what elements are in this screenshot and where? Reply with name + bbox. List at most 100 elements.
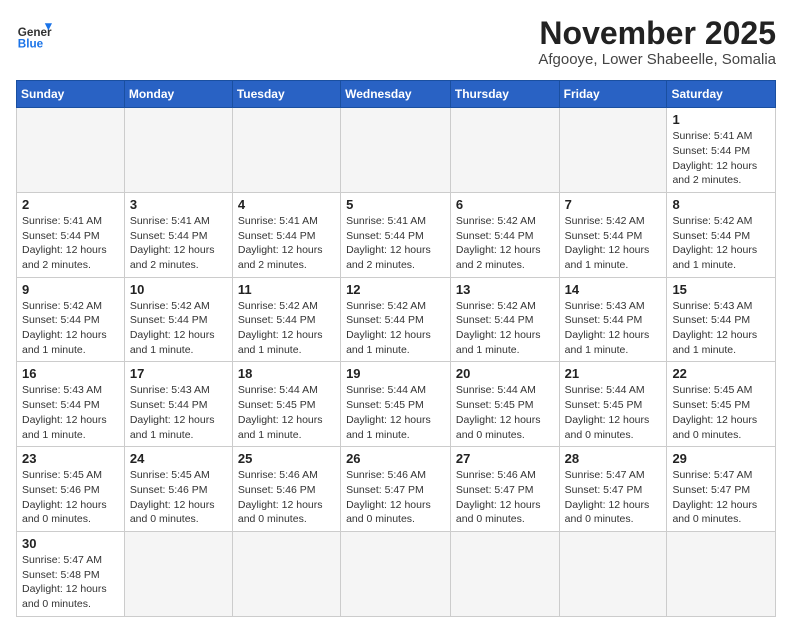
day-info: Sunrise: 5:45 AMSunset: 5:46 PMDaylight:…: [22, 468, 119, 527]
calendar-day-cell: 15 Sunrise: 5:43 AMSunset: 5:44 PMDayligh…: [667, 277, 776, 362]
svg-text:Blue: Blue: [18, 38, 44, 51]
day-number: 12: [346, 282, 445, 297]
day-number: 9: [22, 282, 119, 297]
day-number: 13: [456, 282, 554, 297]
day-info: Sunrise: 5:47 AMSunset: 5:47 PMDaylight:…: [565, 468, 662, 527]
calendar-day-cell: 6Sunrise: 5:42 AMSunset: 5:44 PMDaylight…: [450, 192, 559, 277]
day-number: 26: [346, 451, 445, 466]
weekday-header-saturday: Saturday: [667, 81, 776, 108]
calendar-day-cell: 18 Sunrise: 5:44 AMSunset: 5:45 PMDayligh…: [232, 362, 340, 447]
day-info: Sunrise: 5:43 AMSunset: 5:44 PMDaylight:…: [565, 299, 662, 358]
day-info: Sunrise: 5:43 AMSunset: 5:44 PMDaylight:…: [672, 299, 770, 358]
day-number: 16: [22, 366, 119, 381]
calendar-day-cell: 3Sunrise: 5:41 AMSunset: 5:44 PMDaylight…: [124, 192, 232, 277]
calendar-day-cell: [559, 531, 667, 616]
calendar-day-cell: [450, 108, 559, 193]
weekday-header-thursday: Thursday: [450, 81, 559, 108]
calendar-week-row: 2 Sunrise: 5:41 AMSunset: 5:44 PMDaylight…: [17, 192, 776, 277]
location-subtitle: Afgooye, Lower Shabeelle, Somalia: [538, 51, 776, 68]
day-number: 8: [672, 197, 770, 212]
day-info: Sunrise: 5:46 AMSunset: 5:46 PMDaylight:…: [238, 468, 335, 527]
calendar-day-cell: 1Sunrise: 5:41 AMSunset: 5:44 PMDaylight…: [667, 108, 776, 193]
weekday-header-sunday: Sunday: [17, 81, 125, 108]
calendar-day-cell: 25Sunrise: 5:46 AMSunset: 5:46 PMDayligh…: [232, 447, 340, 532]
day-number: 17: [130, 366, 227, 381]
day-number: 23: [22, 451, 119, 466]
calendar-day-cell: 4Sunrise: 5:41 AMSunset: 5:44 PMDaylight…: [232, 192, 340, 277]
day-number: 15: [672, 282, 770, 297]
day-info: Sunrise: 5:42 AMSunset: 5:44 PMDaylight:…: [456, 299, 554, 358]
day-info: Sunrise: 5:42 AMSunset: 5:44 PMDaylight:…: [346, 299, 445, 358]
day-info: Sunrise: 5:41 AMSunset: 5:44 PMDaylight:…: [672, 129, 770, 188]
title-section: November 2025 Afgooye, Lower Shabeelle, …: [538, 16, 776, 68]
day-number: 27: [456, 451, 554, 466]
day-number: 24: [130, 451, 227, 466]
day-info: Sunrise: 5:44 AMSunset: 5:45 PMDaylight:…: [565, 383, 662, 442]
day-info: Sunrise: 5:45 AMSunset: 5:45 PMDaylight:…: [672, 383, 770, 442]
calendar-day-cell: 11Sunrise: 5:42 AMSunset: 5:44 PMDayligh…: [232, 277, 340, 362]
day-number: 2: [22, 197, 119, 212]
calendar-day-cell: 9 Sunrise: 5:42 AMSunset: 5:44 PMDaylight…: [17, 277, 125, 362]
day-info: Sunrise: 5:45 AMSunset: 5:46 PMDaylight:…: [130, 468, 227, 527]
day-number: 19: [346, 366, 445, 381]
day-info: Sunrise: 5:42 AMSunset: 5:44 PMDaylight:…: [130, 299, 227, 358]
logo: General Blue: [16, 16, 52, 52]
calendar-day-cell: 19 Sunrise: 5:44 AMSunset: 5:45 PMDayligh…: [341, 362, 451, 447]
month-title: November 2025: [538, 16, 776, 51]
day-info: Sunrise: 5:42 AMSunset: 5:44 PMDaylight:…: [565, 214, 662, 273]
calendar-day-cell: [17, 108, 125, 193]
day-number: 28: [565, 451, 662, 466]
day-number: 22: [672, 366, 770, 381]
calendar-day-cell: 10 Sunrise: 5:42 AMSunset: 5:44 PMDayligh…: [124, 277, 232, 362]
calendar-day-cell: [124, 108, 232, 193]
calendar-day-cell: 20 Sunrise: 5:44 AMSunset: 5:45 PMDayligh…: [450, 362, 559, 447]
calendar-week-row: 23 Sunrise: 5:45 AMSunset: 5:46 PMDayligh…: [17, 447, 776, 532]
calendar-day-cell: [341, 108, 451, 193]
calendar-day-cell: 21 Sunrise: 5:44 AMSunset: 5:45 PMDayligh…: [559, 362, 667, 447]
day-number: 20: [456, 366, 554, 381]
calendar-day-cell: 27Sunrise: 5:46 AMSunset: 5:47 PMDayligh…: [450, 447, 559, 532]
calendar-day-cell: [559, 108, 667, 193]
day-number: 21: [565, 366, 662, 381]
day-info: Sunrise: 5:43 AMSunset: 5:44 PMDaylight:…: [130, 383, 227, 442]
calendar-day-cell: 28 Sunrise: 5:47 AMSunset: 5:47 PMDayligh…: [559, 447, 667, 532]
calendar-day-cell: 7Sunrise: 5:42 AMSunset: 5:44 PMDaylight…: [559, 192, 667, 277]
calendar-day-cell: 2 Sunrise: 5:41 AMSunset: 5:44 PMDaylight…: [17, 192, 125, 277]
day-info: Sunrise: 5:41 AMSunset: 5:44 PMDaylight:…: [346, 214, 445, 273]
day-info: Sunrise: 5:41 AMSunset: 5:44 PMDaylight:…: [22, 214, 119, 273]
calendar-week-row: 30 Sunrise: 5:47 AMSunset: 5:48 PMDayligh…: [17, 531, 776, 616]
calendar-day-cell: 5 Sunrise: 5:41 AMSunset: 5:44 PMDaylight…: [341, 192, 451, 277]
calendar-week-row: 1Sunrise: 5:41 AMSunset: 5:44 PMDaylight…: [17, 108, 776, 193]
day-number: 3: [130, 197, 227, 212]
day-number: 10: [130, 282, 227, 297]
weekday-header-monday: Monday: [124, 81, 232, 108]
calendar-day-cell: 24 Sunrise: 5:45 AMSunset: 5:46 PMDayligh…: [124, 447, 232, 532]
calendar-day-cell: 22 Sunrise: 5:45 AMSunset: 5:45 PMDayligh…: [667, 362, 776, 447]
calendar-day-cell: 16 Sunrise: 5:43 AMSunset: 5:44 PMDayligh…: [17, 362, 125, 447]
day-info: Sunrise: 5:46 AMSunset: 5:47 PMDaylight:…: [346, 468, 445, 527]
calendar-day-cell: [232, 531, 340, 616]
day-info: Sunrise: 5:47 AMSunset: 5:48 PMDaylight:…: [22, 553, 119, 612]
day-info: Sunrise: 5:44 AMSunset: 5:45 PMDaylight:…: [346, 383, 445, 442]
weekday-header-wednesday: Wednesday: [341, 81, 451, 108]
page-header: General Blue November 2025 Afgooye, Lowe…: [16, 16, 776, 68]
calendar-day-cell: 14Sunrise: 5:43 AMSunset: 5:44 PMDayligh…: [559, 277, 667, 362]
day-info: Sunrise: 5:42 AMSunset: 5:44 PMDaylight:…: [672, 214, 770, 273]
day-info: Sunrise: 5:44 AMSunset: 5:45 PMDaylight:…: [456, 383, 554, 442]
day-info: Sunrise: 5:42 AMSunset: 5:44 PMDaylight:…: [238, 299, 335, 358]
day-info: Sunrise: 5:47 AMSunset: 5:47 PMDaylight:…: [672, 468, 770, 527]
day-number: 18: [238, 366, 335, 381]
weekday-header-friday: Friday: [559, 81, 667, 108]
calendar-day-cell: [667, 531, 776, 616]
day-info: Sunrise: 5:44 AMSunset: 5:45 PMDaylight:…: [238, 383, 335, 442]
day-info: Sunrise: 5:42 AMSunset: 5:44 PMDaylight:…: [456, 214, 554, 273]
calendar-table: SundayMondayTuesdayWednesdayThursdayFrid…: [16, 80, 776, 617]
day-info: Sunrise: 5:43 AMSunset: 5:44 PMDaylight:…: [22, 383, 119, 442]
calendar-day-cell: [341, 531, 451, 616]
calendar-day-cell: [450, 531, 559, 616]
day-number: 30: [22, 536, 119, 551]
calendar-day-cell: 8 Sunrise: 5:42 AMSunset: 5:44 PMDaylight…: [667, 192, 776, 277]
day-number: 5: [346, 197, 445, 212]
day-info: Sunrise: 5:42 AMSunset: 5:44 PMDaylight:…: [22, 299, 119, 358]
calendar-day-cell: 13 Sunrise: 5:42 AMSunset: 5:44 PMDayligh…: [450, 277, 559, 362]
